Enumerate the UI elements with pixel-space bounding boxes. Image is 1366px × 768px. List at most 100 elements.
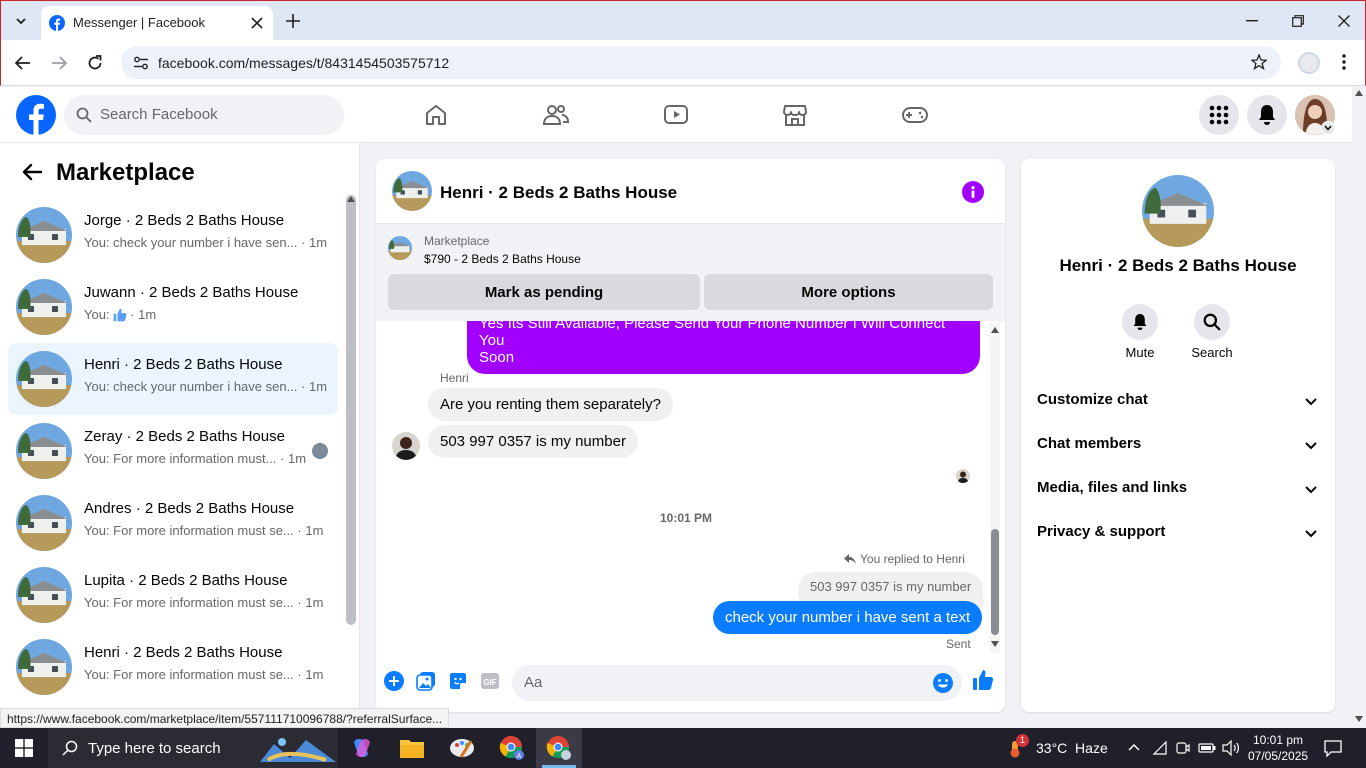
account-menu-button[interactable] [1321, 121, 1335, 135]
more-actions-button[interactable] [384, 671, 404, 691]
conversation-item[interactable]: Andres · 2 Beds 2 Baths House You: For mo… [8, 487, 338, 559]
mark-as-pending-button[interactable]: Mark as pending [388, 274, 700, 310]
house-photo-icon [16, 423, 72, 479]
minimize-icon[interactable] [1246, 20, 1258, 22]
weather-text[interactable]: 33°C Haze [1036, 740, 1108, 756]
incoming-message[interactable]: Are you renting them separately? [428, 388, 673, 421]
conversation-info-button[interactable] [962, 181, 984, 203]
scroll-down-arrow-icon[interactable] [991, 641, 999, 647]
house-photo-icon [16, 567, 72, 623]
windows-start-icon[interactable] [15, 739, 33, 757]
outgoing-message[interactable]: check your number i have sent a text [713, 601, 983, 634]
notification-center-icon[interactable] [1324, 739, 1342, 757]
conversation-item[interactable]: Zeray · 2 Beds 2 Baths House You: For mor… [8, 415, 338, 487]
folder-icon [400, 740, 424, 758]
battery-icon[interactable] [1198, 741, 1216, 755]
person-photo-icon [956, 469, 970, 483]
close-window-icon[interactable] [1338, 15, 1350, 27]
emoji-icon[interactable] [932, 672, 954, 694]
facebook-top-nav: Search Facebook [0, 87, 1352, 143]
volume-icon[interactable] [1222, 740, 1240, 756]
conversation-time: 1m [288, 451, 307, 466]
friends-nav-button[interactable] [536, 99, 576, 131]
svg-text:GIF: GIF [483, 678, 496, 687]
profile-avatar[interactable] [1298, 52, 1320, 74]
show-hidden-icons-icon[interactable] [1128, 743, 1140, 751]
gaming-nav-button[interactable] [895, 99, 935, 131]
chat-scrollbar-thumb[interactable] [991, 529, 999, 635]
meet-now-icon[interactable] [1176, 740, 1190, 756]
weather-widget-icon-wrap[interactable]: 1 [1004, 734, 1029, 758]
facebook-search-input[interactable]: Search Facebook [64, 95, 344, 135]
thumbs-up-icon[interactable] [972, 669, 994, 691]
site-info-icon[interactable] [133, 55, 149, 71]
bell-icon [1259, 105, 1275, 125]
scroll-up-arrow-icon[interactable] [991, 327, 999, 333]
forward-icon[interactable] [51, 56, 67, 70]
taskbar-search-box[interactable]: Type here to search [48, 728, 338, 768]
conversation-snippet-text: You: For more information must se... [84, 523, 294, 538]
back-icon[interactable] [15, 56, 31, 70]
listing-thumbnail[interactable] [388, 236, 412, 260]
page-scroll-up-icon[interactable] [1355, 90, 1363, 96]
more-options-button[interactable]: More options [704, 274, 993, 310]
conversation-item[interactable]: Jorge · 2 Beds 2 Baths House You: check y… [8, 199, 338, 271]
facebook-logo-icon[interactable] [16, 95, 56, 135]
chrome-icon: A [499, 736, 524, 760]
conversation-item[interactable]: Henri · 2 Beds 2 Baths House You: For mor… [8, 631, 338, 703]
privacy-support-section[interactable]: Privacy & support [1037, 513, 1319, 553]
search-in-conversation-button[interactable] [1194, 304, 1230, 340]
sender-avatar[interactable] [392, 432, 420, 460]
page-scroll-down-icon[interactable] [1355, 716, 1363, 722]
left-scrollbar[interactable] [346, 195, 356, 625]
copilot-icon [354, 739, 370, 757]
chevron-down-icon [1305, 442, 1317, 450]
sender-name: Henri [440, 371, 469, 385]
watch-nav-button[interactable] [656, 99, 696, 131]
taskbar-file-explorer[interactable] [396, 734, 428, 762]
taskbar-paint[interactable] [446, 734, 478, 762]
chat-members-section[interactable]: Chat members [1037, 425, 1319, 465]
gif-icon[interactable]: GIF [480, 671, 500, 691]
sticker-icon[interactable] [448, 671, 468, 691]
reload-icon[interactable] [87, 55, 103, 71]
browser-tab[interactable]: Messenger | Facebook [41, 6, 273, 41]
browser-menu-icon[interactable] [1342, 54, 1346, 70]
conversation-item[interactable]: Henri · 2 Beds 2 Baths House You: check y… [8, 343, 338, 415]
tab-search-button[interactable] [9, 9, 33, 33]
message-input[interactable]: Aa [512, 665, 962, 701]
chat-scrollbar-track[interactable] [990, 323, 1000, 653]
close-tab-icon[interactable] [251, 17, 263, 29]
chat-avatar[interactable] [392, 171, 432, 211]
attach-photo-icon[interactable] [416, 671, 436, 691]
conversation-item[interactable]: Juwann · 2 Beds 2 Baths House You: · 1m [8, 271, 338, 343]
conversation-snippet: You: For more information must se... · 1… [84, 667, 324, 682]
scroll-up-arrow-icon[interactable] [347, 196, 355, 202]
bookmark-star-icon[interactable] [1251, 54, 1267, 70]
omnibox[interactable]: facebook.com/messages/t/8431454503575712 [121, 46, 1281, 79]
menu-grid-button[interactable] [1199, 95, 1239, 135]
conversation-item[interactable]: Lupita · 2 Beds 2 Baths House You: For mo… [8, 559, 338, 631]
mute-label: Mute [1125, 345, 1155, 360]
media-files-links-section[interactable]: Media, files and links [1037, 469, 1319, 509]
mute-button[interactable] [1122, 304, 1158, 340]
new-tab-icon[interactable] [286, 14, 300, 28]
panel-heading: Marketplace [56, 159, 195, 186]
home-nav-button[interactable] [416, 99, 456, 131]
taskbar-copilot[interactable] [346, 734, 378, 762]
customize-chat-section[interactable]: Customize chat [1037, 381, 1319, 421]
taskbar-chrome-profile[interactable]: A [496, 734, 528, 762]
listing-title[interactable]: $790 - 2 Beds 2 Baths House [424, 252, 581, 266]
details-avatar[interactable] [1142, 175, 1214, 247]
restore-icon[interactable] [1292, 15, 1304, 27]
back-arrow-icon[interactable] [22, 163, 42, 181]
taskbar-chrome-active[interactable] [536, 728, 582, 768]
clock[interactable]: 10:01 pm 07/05/2025 [1248, 732, 1308, 764]
outgoing-message[interactable]: Yes Its Still Available, Please Send You… [467, 321, 980, 374]
marketplace-nav-button[interactable] [775, 99, 815, 131]
clock-time: 10:01 pm [1252, 733, 1304, 747]
notifications-button[interactable] [1247, 95, 1287, 135]
network-icon[interactable] [1152, 740, 1168, 756]
conversation-time: 1m [305, 667, 324, 682]
incoming-message[interactable]: 503 997 0357 is my number [428, 425, 638, 458]
